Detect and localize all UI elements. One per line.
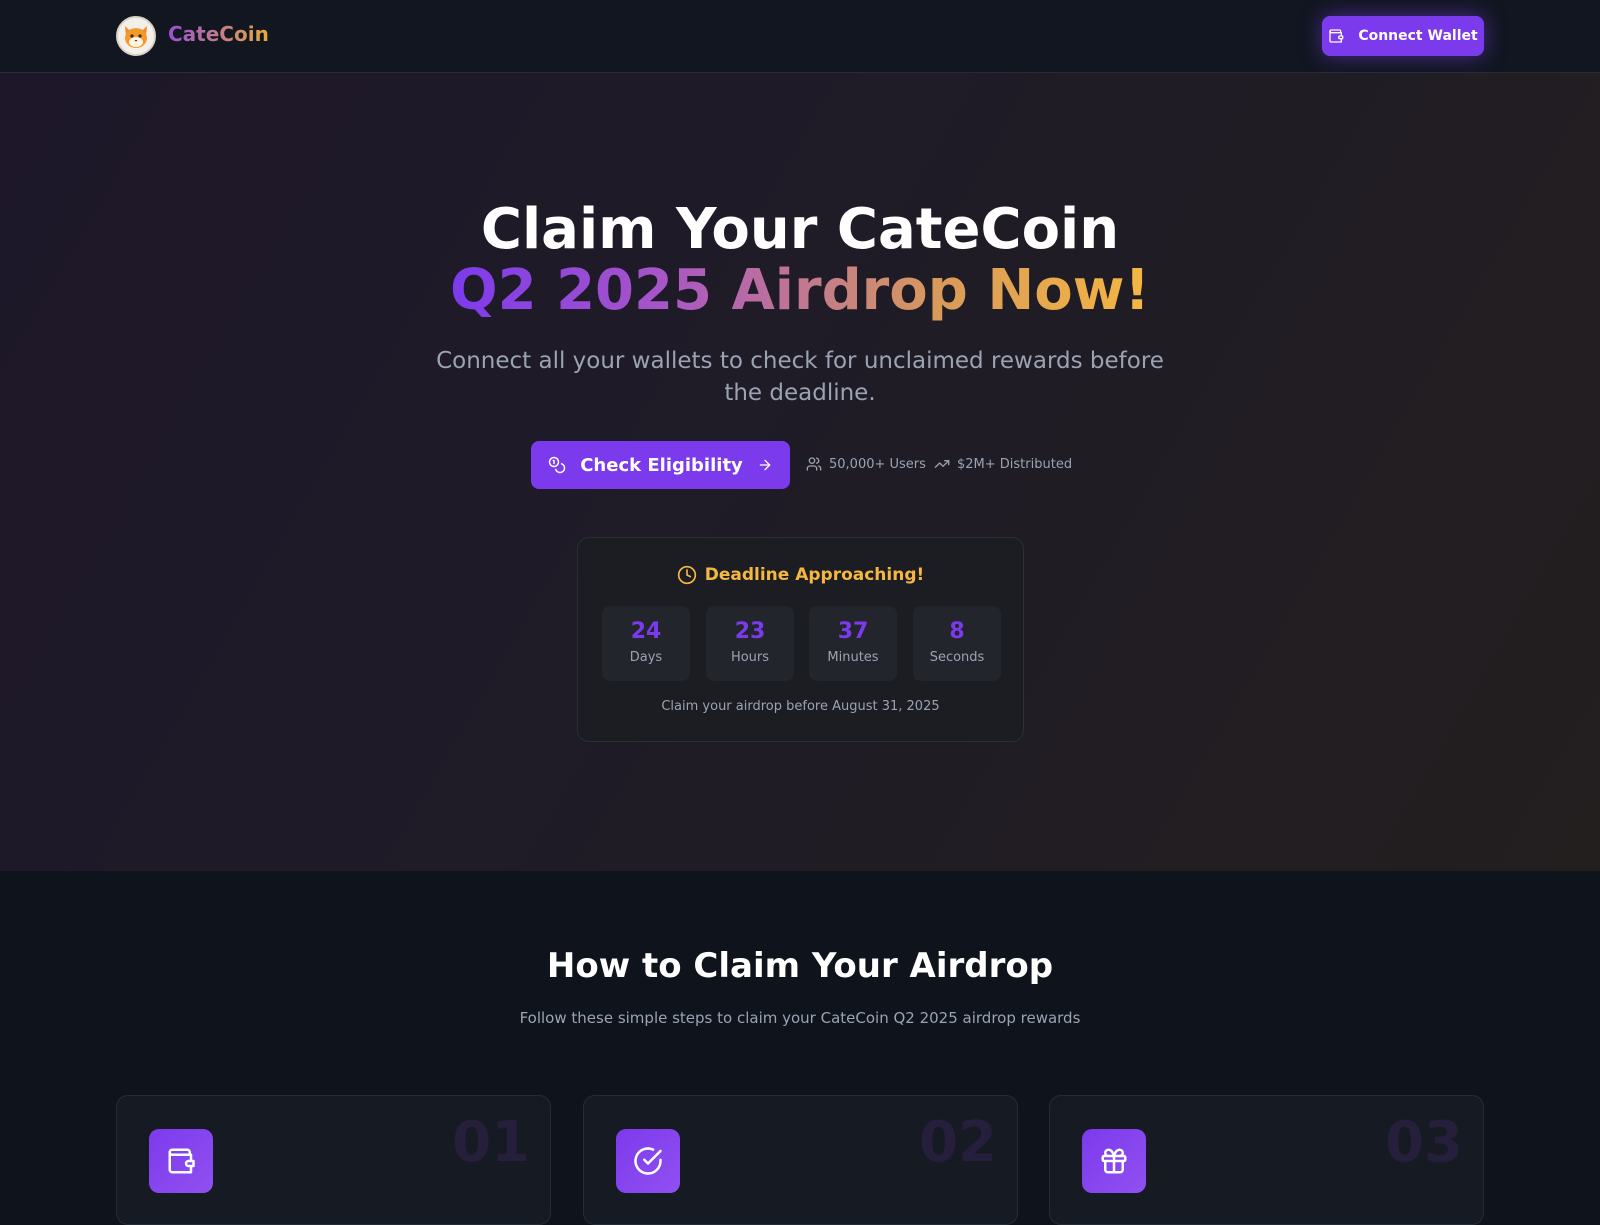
- step-card-2: 02: [583, 1095, 1018, 1225]
- wallet-icon: [168, 1148, 195, 1174]
- countdown-unit: Hours: [730, 650, 770, 665]
- step-number: 02: [919, 1110, 997, 1175]
- trending-up-icon: [934, 460, 950, 468]
- coins-icon: [548, 456, 566, 474]
- check-circle-icon: [634, 1147, 662, 1175]
- step-number: 01: [452, 1110, 530, 1175]
- step-icon-box: [616, 1129, 680, 1193]
- step-icon-box: [149, 1129, 213, 1193]
- how-to-subtitle: Follow these simple steps to claim your …: [519, 1009, 1081, 1027]
- step-number: 03: [1385, 1110, 1463, 1175]
- logo[interactable]: [116, 16, 156, 56]
- clock-icon: [677, 565, 696, 585]
- stat-users: 50,000+ Users: [806, 456, 926, 472]
- cat-face-icon: [125, 26, 147, 48]
- countdown-value: 24: [630, 619, 662, 644]
- deadline-title: Deadline Approaching!: [704, 565, 925, 585]
- hero-section: Claim Your CateCoin Q2 2025 Airdrop Now!…: [0, 73, 1600, 871]
- countdown-unit: Minutes: [827, 650, 879, 665]
- countdown-seconds: 8 Seconds: [913, 606, 1001, 681]
- check-eligibility-button[interactable]: Check Eligibility: [531, 441, 790, 489]
- connect-wallet-label: Connect Wallet: [1358, 28, 1478, 44]
- deadline-card: Deadline Approaching! 24 Days 23 Hours 3…: [577, 537, 1024, 742]
- hero-title-line1: Claim Your CateCoin: [480, 197, 1120, 262]
- stat-users-text: 50,000+ Users: [829, 456, 926, 472]
- step-icon-box: [1082, 1129, 1146, 1193]
- how-to-title: How to Claim Your Airdrop: [546, 946, 1054, 986]
- brand-name[interactable]: CateCoin: [168, 22, 269, 46]
- countdown-value: 37: [837, 619, 869, 644]
- stat-distributed: $2M+ Distributed: [934, 456, 1072, 472]
- users-icon: [806, 457, 822, 471]
- arrow-right-icon: [759, 459, 771, 471]
- check-eligibility-label: Check Eligibility: [580, 454, 743, 476]
- hero-title-line2: Q2 2025 Airdrop Now!: [0, 259, 1600, 323]
- countdown-value: 23: [734, 619, 766, 644]
- hero-subtitle: Connect all your wallets to check for un…: [436, 348, 1164, 406]
- step-card-3: 03: [1049, 1095, 1484, 1225]
- countdown-unit: Days: [629, 650, 663, 665]
- stat-distributed-text: $2M+ Distributed: [957, 456, 1073, 472]
- top-navbar: CateCoin Connect Wallet: [0, 0, 1600, 73]
- countdown-days: 24 Days: [602, 606, 690, 681]
- countdown-unit: Seconds: [929, 650, 985, 665]
- hero-title-gradient: Q2 2025 Airdrop Now!: [450, 258, 1150, 323]
- deadline-heading: Deadline Approaching!: [578, 565, 1023, 585]
- connect-wallet-button[interactable]: Connect Wallet: [1322, 16, 1484, 56]
- countdown-minutes: 37 Minutes: [809, 606, 897, 681]
- deadline-note: Claim your airdrop before August 31, 202…: [661, 699, 940, 714]
- countdown-hours: 23 Hours: [706, 606, 794, 681]
- countdown-value: 8: [949, 619, 965, 644]
- step-card-1: 01: [116, 1095, 551, 1225]
- wallet-icon: [1329, 29, 1344, 43]
- gift-icon: [1101, 1148, 1127, 1174]
